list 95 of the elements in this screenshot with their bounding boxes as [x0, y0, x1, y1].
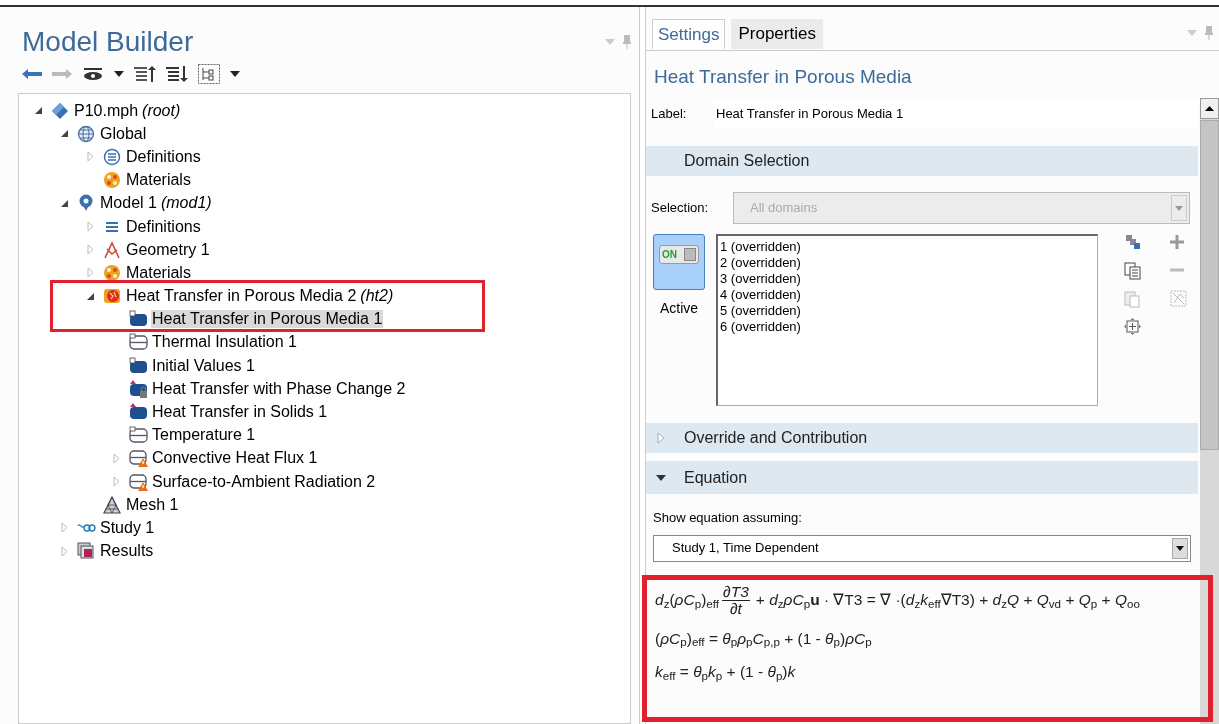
- copy-geometry-icon[interactable]: [1124, 234, 1142, 252]
- settings-title: Heat Transfer in Porous Media: [653, 65, 913, 89]
- tree-item[interactable]: Definitions: [125, 147, 202, 166]
- list-item[interactable]: 3 (overridden): [720, 271, 1097, 287]
- expanded-arrow-icon[interactable]: [59, 198, 69, 208]
- tree-item[interactable]: Model 1 (mod1): [99, 194, 213, 213]
- paste-list-icon[interactable]: [1124, 262, 1142, 280]
- tree-item[interactable]: P10.mph (root): [73, 101, 182, 120]
- section-header[interactable]: Equation: [684, 465, 748, 490]
- tree-item[interactable]: Results: [99, 542, 155, 561]
- scroll-up-button[interactable]: [1200, 98, 1219, 119]
- materials-icon: [103, 171, 122, 190]
- warning-icon: [129, 472, 148, 491]
- expanded-arrow-icon[interactable]: [656, 472, 666, 483]
- materials-icon: [103, 263, 122, 282]
- tree-item[interactable]: Study 1: [99, 518, 156, 537]
- collapsed-arrow-icon[interactable]: [656, 433, 666, 443]
- tree-item[interactable]: Heat Transfer with Phase Change 2: [151, 379, 407, 398]
- boundary-icon: [129, 426, 148, 445]
- pin-icon[interactable]: [1205, 26, 1213, 40]
- tree-item[interactable]: Materials: [125, 263, 192, 282]
- scroll-thumb[interactable]: [1200, 120, 1219, 450]
- caret-icon: [1175, 205, 1183, 211]
- domain-icon: [129, 403, 148, 422]
- forward-arrow-icon[interactable]: [52, 68, 72, 80]
- collapsed-arrow-icon[interactable]: [59, 546, 69, 556]
- tree-item[interactable]: Temperature 1: [151, 426, 257, 445]
- equation: (ρC$_{p}$)$_{eff}$ = θ$_{p}$ρ$_{p}$C$_{p,p}$ + (1 - θ$_{p}$)ρC$_{p}$: [655, 628, 873, 650]
- results-icon: [77, 542, 96, 561]
- expanded-arrow-icon[interactable]: [59, 129, 69, 139]
- mesh-icon: [103, 495, 122, 514]
- tree-item[interactable]: Heat Transfer in Porous Media 2 (ht2): [125, 287, 395, 306]
- tree-item[interactable]: Convective Heat Flux 1: [151, 449, 319, 468]
- tree-layout-icon[interactable]: [198, 64, 220, 84]
- collapsed-arrow-icon[interactable]: [85, 222, 95, 232]
- section-header[interactable]: Domain Selection: [684, 149, 810, 173]
- list-item[interactable]: 5 (overridden): [720, 303, 1097, 319]
- eye-icon[interactable]: [82, 67, 104, 81]
- toggle-state-label: ON: [662, 248, 677, 262]
- list-item[interactable]: 4 (overridden): [720, 287, 1097, 303]
- collapsed-arrow-icon[interactable]: [85, 245, 95, 255]
- tree-item[interactable]: Mesh 1: [125, 495, 180, 514]
- panel-title: Model Builder: [22, 25, 194, 59]
- caret-icon: [1176, 545, 1184, 551]
- tree-item[interactable]: Global: [99, 124, 148, 143]
- caret-icon[interactable]: [114, 71, 124, 77]
- study-dropdown[interactable]: Study 1, Time Dependent: [653, 534, 1191, 562]
- tab[interactable]: Settings: [652, 19, 726, 49]
- selection-list[interactable]: 1 (overridden) 2 (overridden) 3 (overridden) 4 (overridden) 5 (overridden) 6 (overridden): [716, 234, 1098, 406]
- list-item[interactable]: 6 (overridden): [720, 319, 1097, 335]
- equation: k$_{eff}$ = θ$_{p}$k$_{p}$ + (1 - θ$_{p}$)k: [655, 661, 797, 683]
- expanded-arrow-icon[interactable]: [85, 291, 95, 301]
- tree-item[interactable]: Surface-to-Ambient Radiation 2: [151, 472, 377, 491]
- collapsed-arrow-icon[interactable]: [85, 268, 95, 278]
- dropdown-icon[interactable]: [605, 39, 615, 45]
- clear-selection-icon[interactable]: [1170, 290, 1188, 308]
- domain-icon: [129, 310, 148, 329]
- globe-icon: [77, 124, 96, 143]
- collapsed-arrow-icon[interactable]: [59, 523, 69, 533]
- list-item[interactable]: 2 (overridden): [720, 255, 1097, 271]
- locked-domain-icon: [129, 379, 148, 398]
- toggle-label: Active: [659, 299, 699, 318]
- collapsed-arrow-icon[interactable]: [111, 477, 121, 487]
- up-arrow-icon: [1205, 106, 1214, 111]
- dropdown-icon[interactable]: [1187, 30, 1197, 36]
- caret-icon[interactable]: [230, 71, 240, 77]
- field-label: Label:: [651, 105, 688, 124]
- domain-icon: [129, 356, 148, 375]
- boundary-icon: [129, 333, 148, 352]
- pin-icon[interactable]: [623, 35, 631, 49]
- tree-item[interactable]: Thermal Insulation 1: [151, 333, 298, 352]
- tree-item[interactable]: Definitions: [125, 217, 202, 236]
- tab[interactable]: Properties: [731, 19, 823, 49]
- collapsed-arrow-icon[interactable]: [111, 453, 121, 463]
- field-label: Selection:: [651, 199, 710, 218]
- physics-icon: [103, 287, 122, 306]
- zoom-to-selection-icon[interactable]: [1124, 318, 1142, 336]
- expanded-arrow-icon[interactable]: [33, 106, 43, 116]
- warning-icon: [129, 449, 148, 468]
- clipboard-icon[interactable]: [1124, 290, 1142, 308]
- scrollbar[interactable]: [1200, 98, 1219, 724]
- back-arrow-icon[interactable]: [22, 68, 42, 80]
- collapsed-arrow-icon[interactable]: [85, 152, 95, 162]
- geometry-icon: [103, 240, 122, 259]
- list-circle-icon: [103, 147, 122, 166]
- list-item[interactable]: 1 (overridden): [720, 239, 1097, 255]
- expand-list-icon[interactable]: [166, 66, 188, 82]
- field-label: Show equation assuming:: [652, 509, 803, 527]
- tree-item[interactable]: Materials: [125, 171, 192, 190]
- tree-item[interactable]: Geometry 1: [125, 240, 211, 259]
- tree-item[interactable]: Heat Transfer in Porous Media 1: [151, 310, 384, 329]
- tree-item[interactable]: Initial Values 1: [151, 356, 256, 375]
- file-icon: [51, 101, 70, 120]
- collapse-list-icon[interactable]: [134, 66, 156, 82]
- tree-item[interactable]: Heat Transfer in Solids 1: [151, 403, 329, 422]
